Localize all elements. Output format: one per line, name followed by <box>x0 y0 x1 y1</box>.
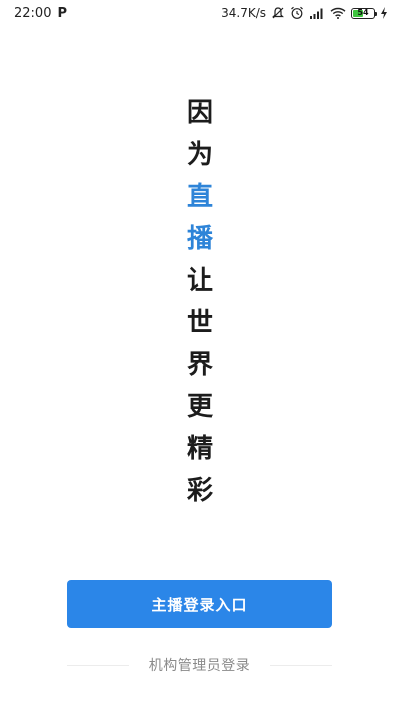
wifi-icon <box>330 7 346 19</box>
slogan-char: 播 <box>186 224 213 254</box>
slogan-char: 彩 <box>186 476 213 506</box>
app-screen: 22:00 P 34.7K/s 54 因 为 直 播 让 世 界 更 精 彩 主… <box>0 0 400 711</box>
slogan-char: 因 <box>186 98 213 128</box>
status-bar: 22:00 P 34.7K/s 54 <box>0 0 400 26</box>
slogan-char: 让 <box>186 266 213 296</box>
battery-level: 54 <box>357 8 369 17</box>
slogan-char: 为 <box>186 140 213 170</box>
charging-icon <box>380 7 388 19</box>
slogan-char: 更 <box>186 392 213 422</box>
host-login-button[interactable]: 主播登录入口 <box>67 580 332 628</box>
mute-icon <box>271 6 285 20</box>
admin-login-row: 机构管理员登录 <box>67 654 332 676</box>
network-speed: 34.7K/s <box>221 6 266 20</box>
alarm-icon <box>290 6 304 20</box>
slogan: 因为直播让世界更精彩 <box>176 92 224 512</box>
slogan-char: 界 <box>186 350 213 380</box>
battery-icon: 54 <box>351 7 377 19</box>
slogan-char: 直 <box>186 182 213 212</box>
divider-right <box>270 664 332 666</box>
slogan-char: 精 <box>186 434 213 464</box>
slogan-char: 世 <box>186 308 213 338</box>
status-time: 22:00 <box>14 5 52 21</box>
status-right: 34.7K/s 54 <box>221 6 388 20</box>
divider-left <box>67 664 129 666</box>
admin-login-link[interactable]: 机构管理员登录 <box>149 655 251 675</box>
signal-icon <box>309 7 325 19</box>
status-left: 22:00 P <box>14 6 67 21</box>
app-notification-icon: P <box>57 5 67 21</box>
